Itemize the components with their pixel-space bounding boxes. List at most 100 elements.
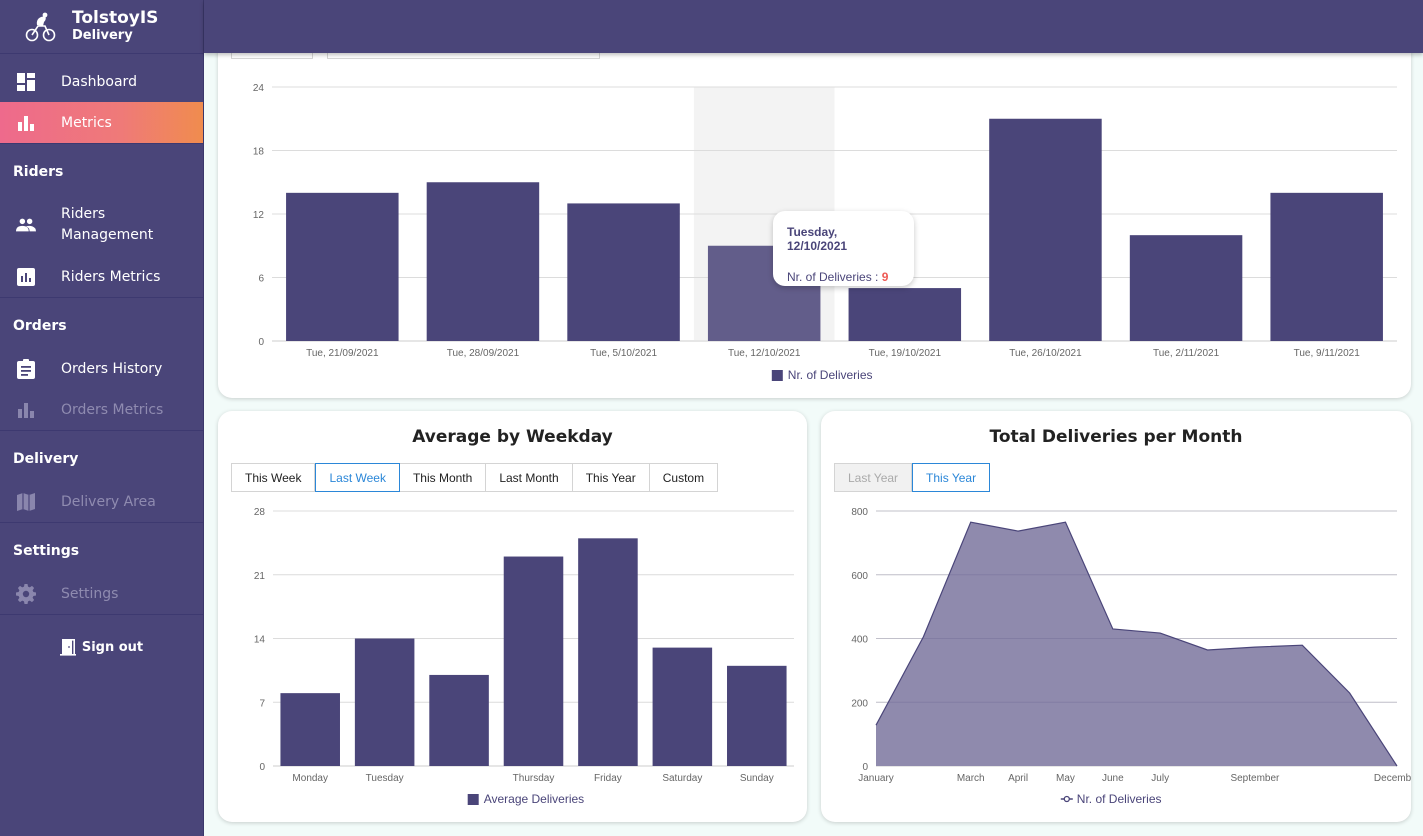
section-title-orders: Orders [13,318,67,334]
section-title-settings: Settings [13,543,80,559]
y-tick-label: 6 [258,274,264,285]
bar [426,182,540,341]
filter-last-week[interactable]: Last Week [315,463,400,492]
x-tick-label: May [1056,773,1075,784]
section-title-riders: Riders [13,164,64,180]
bar [1270,192,1383,341]
y-tick-label: 14 [254,635,266,646]
tooltip-title: Tuesday, 12/10/2021 [787,225,848,253]
x-tick-label: Tue, 26/10/2021 [1009,348,1082,359]
sidebar-item-orders-metrics[interactable]: Orders Metrics [0,389,203,430]
x-tick-label: Tue, 28/09/2021 [447,348,520,359]
sidebar-item-label: Settings [61,585,119,602]
y-tick-label: 24 [253,83,265,94]
x-tick-label: Tuesday [366,773,404,784]
y-tick-label: 400 [851,635,868,646]
bar [286,192,399,341]
y-tick-label: 800 [851,507,868,518]
x-tick-label: April [1008,773,1028,784]
legend-swatch [771,370,783,381]
filter-this-week[interactable]: This Week [231,463,316,492]
weekday-chart: 0 7 14 21 28 Monday Tuesday Thursday Friday Satur… [254,507,794,806]
x-tick-label: Sunday [740,773,774,784]
filter-last-year[interactable]: Last Year [834,463,913,492]
weekday-filter-group: This Week Last Week This Month Last Mont… [231,463,719,492]
monthly-chart: 0 200 400 600 800 January March April May June Jul… [851,507,1411,806]
sidebar-item-riders-management[interactable]: Riders Management [0,194,203,256]
month-filter-group: Last Year This Year [834,463,991,492]
legend-label: Nr. of Deliveries [788,368,873,382]
tooltip-line: Nr. of Deliveries : 9 [787,270,900,284]
legend-marker [1063,795,1070,803]
sidebar-item-label: Metrics [61,114,112,131]
bar [652,647,713,766]
top-app-bar [204,0,1423,53]
x-tick-label: Tue, 19/10/2021 [869,348,942,359]
y-tick-label: 18 [253,147,265,158]
bar [578,538,638,766]
gear-icon [16,583,36,604]
bar-chart-icon [16,113,36,133]
average-by-weekday-card: Average by Weekday This Week Last Week T… [218,411,807,822]
x-tick-label: Tue, 21/09/2021 [306,348,379,359]
bar [567,203,680,341]
x-tick-label: September [1230,773,1280,784]
tooltip-value: 9 [881,270,889,284]
tooltip-label: Nr. of Deliveries : [787,270,882,284]
x-tick-label: Monday [292,773,328,784]
deliveries-per-month-card: Total Deliveries per Month Last Year Thi… [821,411,1411,822]
card-title: Total Deliveries per Month [989,427,1243,447]
bar [989,118,1102,341]
bar [354,638,415,766]
sign-out-label: Sign out [81,639,144,655]
bar [1129,235,1243,341]
x-tick-label: Friday [594,773,622,784]
area-fill [876,522,1397,766]
clipboard-icon [16,358,36,379]
legend-label: Nr. of Deliveries [1077,792,1162,806]
bar [503,556,564,766]
section-title-delivery: Delivery [13,451,79,467]
bar [429,674,489,766]
y-tick-label: 600 [851,571,868,582]
filter-this-year[interactable]: This Year [912,463,991,492]
y-tick-label: 28 [254,507,266,518]
y-tick-label: 200 [851,698,868,709]
door-exit-icon [59,639,76,656]
x-tick-label: Tue, 9/11/2021 [1294,348,1361,359]
sidebar-item-orders-history[interactable]: Orders History [0,348,203,389]
sidebar-item-delivery-area[interactable]: Delivery Area [0,481,203,522]
legend-swatch [467,794,479,805]
filter-this-month[interactable]: This Month [399,463,487,492]
brand[interactable]: TolstoyIS Delivery [0,0,203,54]
brand-title: TolstoyIS [72,8,159,29]
sign-out-button[interactable]: Sign out [0,615,203,679]
map-icon [16,492,36,512]
sidebar-item-label: Orders History [61,360,163,377]
sidebar-item-riders-metrics[interactable]: Riders Metrics [0,256,203,297]
x-tick-label: June [1102,773,1124,784]
filter-last-month[interactable]: Last Month [486,463,573,492]
card-title: Average by Weekday [412,427,613,447]
y-tick-label: 0 [259,762,265,773]
bar-chart-icon [16,400,36,420]
x-tick-label: July [1151,773,1169,784]
sidebar-item-label: Dashboard [61,73,137,90]
y-tick-label: 0 [258,337,264,348]
sidebar-item-dashboard[interactable]: Dashboard [0,61,203,102]
sidebar: TolstoyIS Delivery Dashboard Metrics Rid… [0,0,204,836]
brand-subtitle: Delivery [72,27,133,43]
x-tick-label: December [1374,773,1411,784]
y-tick-label: 7 [259,698,265,709]
sidebar-item-metrics[interactable]: Metrics [0,102,203,143]
x-tick-label: Tue, 5/10/2021 [590,348,657,359]
sidebar-item-label: Riders Management [61,206,154,243]
y-tick-label: 12 [253,210,265,221]
chart-tooltip: Tuesday, 12/10/2021 Nr. of Deliveries : … [773,211,914,286]
x-tick-label: January [858,773,894,784]
sidebar-item-settings[interactable]: Settings [0,573,203,614]
filter-this-year[interactable]: This Year [572,463,650,492]
x-tick-label: Thursday [513,773,555,784]
sidebar-item-label: Delivery Area [61,493,156,510]
filter-custom[interactable]: Custom [649,463,719,492]
